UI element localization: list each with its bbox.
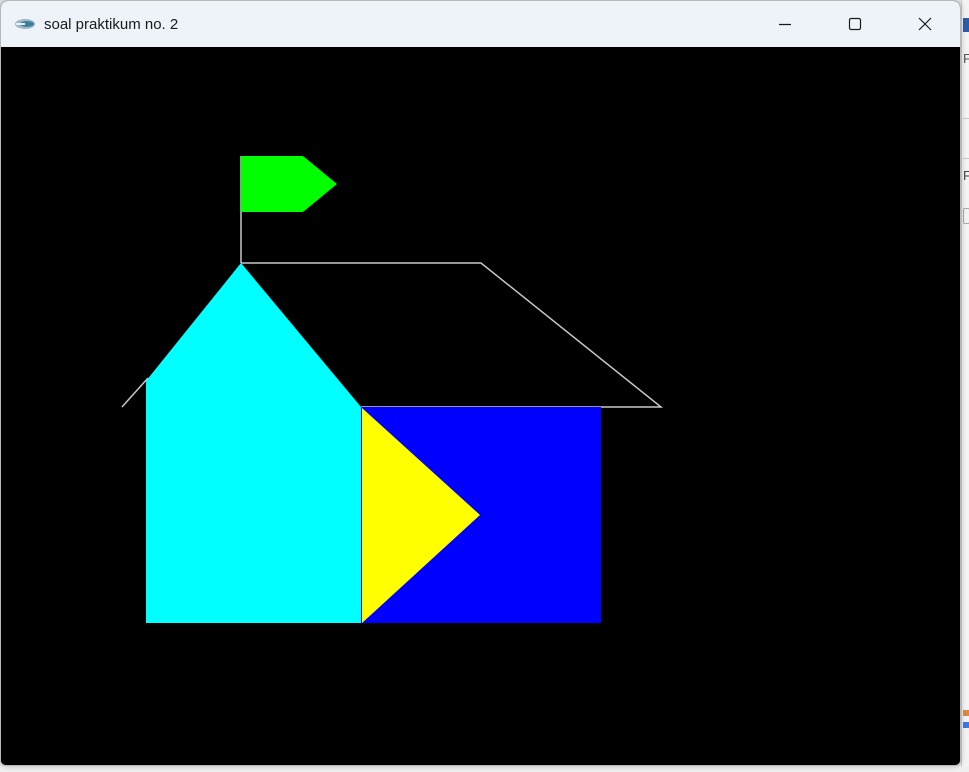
title-bar[interactable]: soal praktikum no. 2 xyxy=(1,1,960,47)
taskbar-edge xyxy=(0,766,969,772)
flag xyxy=(241,156,337,212)
app-window: soal praktikum no. 2 xyxy=(0,0,961,766)
maximize-icon xyxy=(848,17,862,31)
front-gable xyxy=(146,263,361,623)
caption-buttons xyxy=(750,1,960,47)
background-app-edge: F F xyxy=(961,0,969,772)
close-icon xyxy=(918,17,932,31)
app-icon xyxy=(14,17,36,31)
drawing-canvas xyxy=(1,47,960,765)
maximize-button[interactable] xyxy=(820,1,890,47)
minimize-button[interactable] xyxy=(750,1,820,47)
house-drawing xyxy=(121,156,664,623)
desktop: F F soal praktikum no. 2 xyxy=(0,0,969,772)
close-button[interactable] xyxy=(890,1,960,47)
window-title: soal praktikum no. 2 xyxy=(44,15,179,33)
minimize-icon xyxy=(779,23,791,26)
left-eave-line xyxy=(121,377,149,408)
